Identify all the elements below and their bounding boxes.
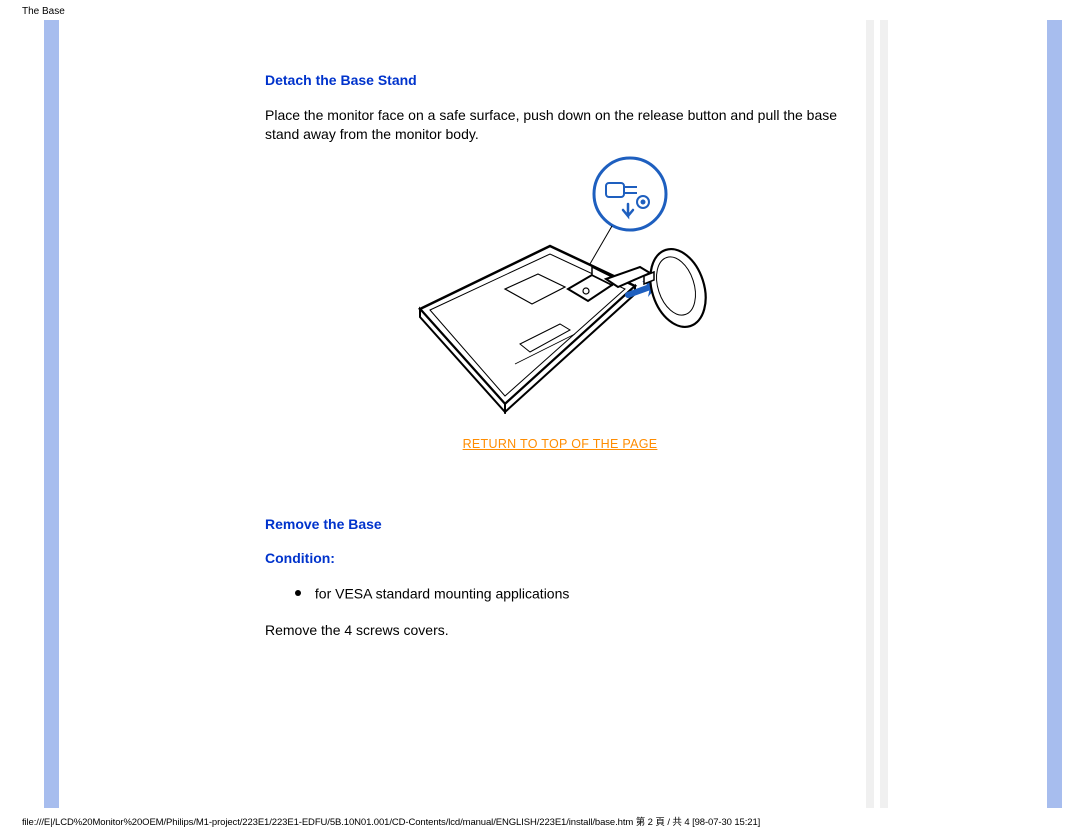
heading-detach-base: Detach the Base Stand xyxy=(265,72,855,88)
figure-detach-base xyxy=(265,154,855,417)
decor-bar-right xyxy=(1047,20,1062,808)
paragraph-detach-base: Place the monitor face on a safe surface… xyxy=(265,106,855,144)
monitor-detach-illustration xyxy=(405,154,715,414)
heading-condition: Condition: xyxy=(265,550,855,566)
footer-file-path: file:///E|/LCD%20Monitor%20OEM/Philips/M… xyxy=(22,814,760,828)
page-header-title: The Base xyxy=(22,6,65,17)
return-to-top-link[interactable]: RETURN TO TOP OF THE PAGE xyxy=(265,437,855,451)
decor-border-2 xyxy=(880,20,888,808)
bullet-text-vesa: for VESA standard mounting applications xyxy=(315,585,570,601)
bullet-dot-icon xyxy=(295,590,301,596)
decor-bar-left xyxy=(44,20,59,808)
bullet-vesa: for VESA standard mounting applications xyxy=(295,584,855,601)
heading-remove-base: Remove the Base xyxy=(265,516,855,532)
main-content: Detach the Base Stand Place the monitor … xyxy=(265,20,855,650)
instruction-remove-screws: Remove the 4 screws covers. xyxy=(265,621,855,640)
decor-border-1 xyxy=(866,20,874,808)
